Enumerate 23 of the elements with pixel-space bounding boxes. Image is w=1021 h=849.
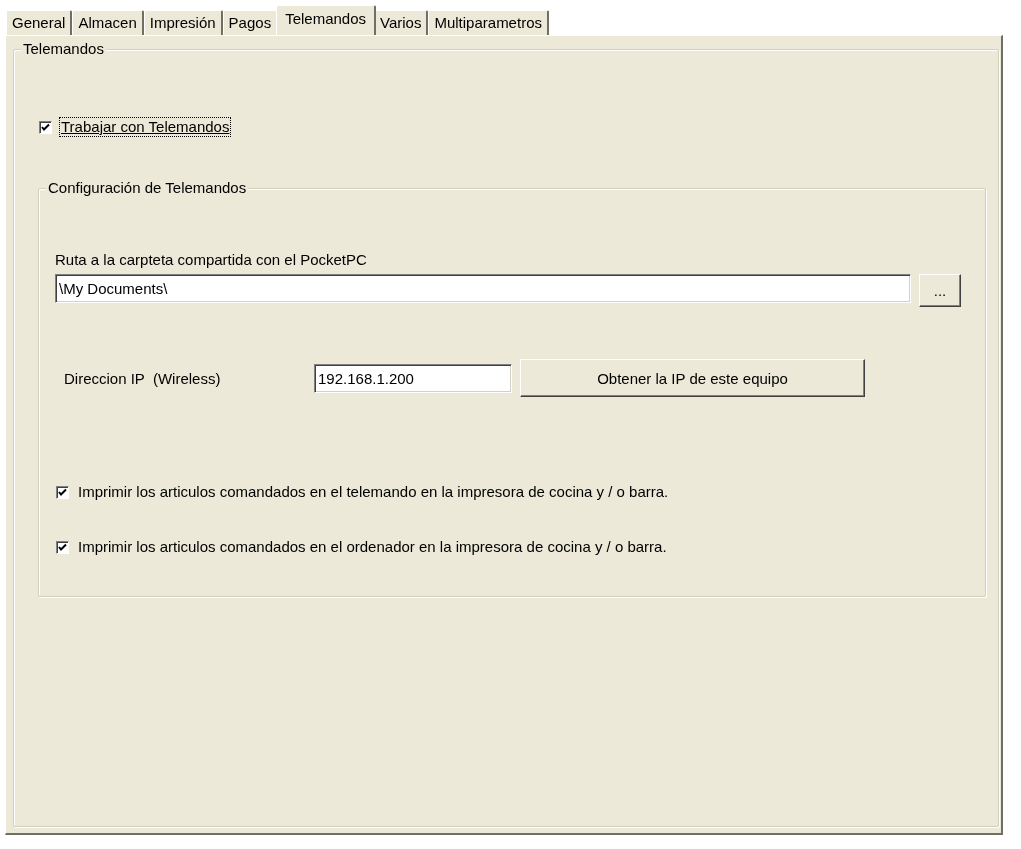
- tab[interactable]: Pagos: [222, 10, 279, 35]
- checkbox[interactable]: [56, 485, 69, 499]
- check-icon: [58, 487, 67, 497]
- tab[interactable]: Multiparametros: [428, 10, 549, 35]
- text-field[interactable]: 192.168.1.200: [314, 363, 512, 393]
- get-ip-button[interactable]: Obtener la IP de este equipo: [520, 359, 865, 397]
- checkbox[interactable]: [39, 120, 52, 134]
- checkbox-label[interactable]: Trabajar con Telemandos: [60, 118, 231, 136]
- tab[interactable]: Varios: [374, 10, 429, 35]
- field-label: Direccion IP (Wireless): [64, 369, 222, 387]
- checkbox-label[interactable]: Imprimir los articulos comandados en el ordenador en la impresora de cocina y / o barra.: [77, 538, 668, 556]
- field-label: Ruta a la carpteta compartida con el PocketPC: [55, 251, 368, 269]
- text-field[interactable]: \My Documents\: [55, 274, 911, 303]
- tab[interactable]: Telemandos: [276, 5, 377, 35]
- check-icon: [58, 542, 67, 552]
- tab[interactable]: General: [6, 10, 73, 35]
- check-icon: [41, 122, 50, 132]
- group-title: Configuración de Telemandos: [46, 179, 249, 197]
- tab[interactable]: Almacen: [72, 10, 144, 35]
- browse-button[interactable]: ...: [919, 274, 961, 307]
- checkbox[interactable]: [56, 540, 69, 554]
- tab[interactable]: Impresión: [143, 10, 223, 35]
- checkbox-label[interactable]: Imprimir los articulos comandados en el telemando en la impresora de cocina y / o barra.: [77, 483, 670, 501]
